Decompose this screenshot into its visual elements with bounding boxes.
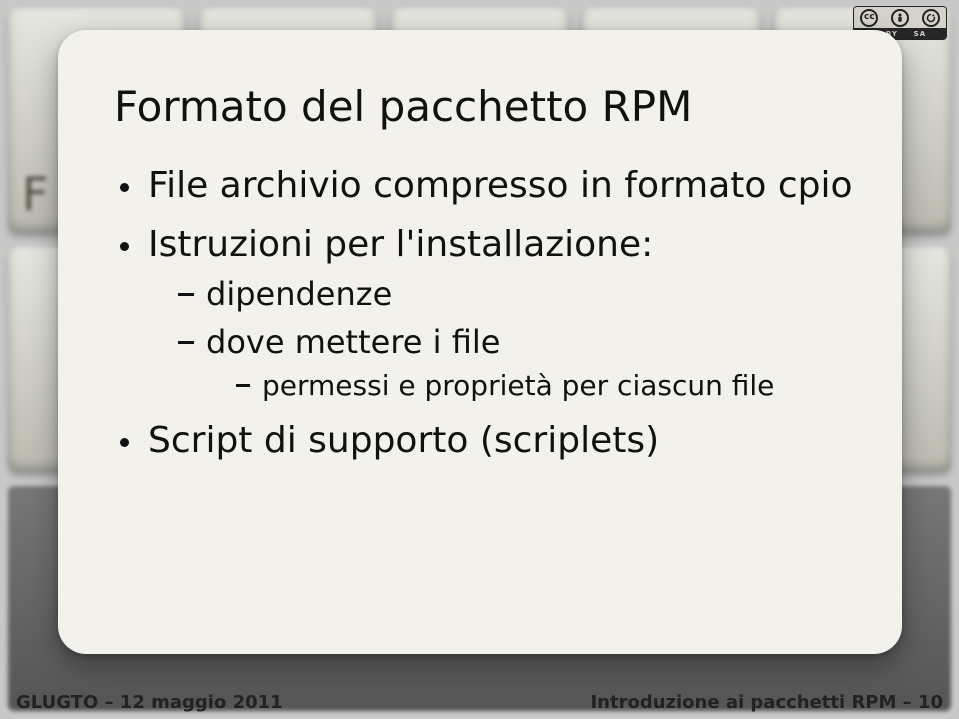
- bullet-text: Istruzioni per l'installazione:: [148, 224, 653, 265]
- list-item: dove mettere i file permessi e proprietà…: [174, 323, 868, 402]
- footer-right: Introduzione ai pacchetti RPM – 10: [590, 692, 943, 713]
- slide-footer: GLUGTO – 12 maggio 2011 Introduzione ai …: [0, 685, 959, 719]
- key-glyph: F: [22, 167, 48, 221]
- footer-left: GLUGTO – 12 maggio 2011: [16, 692, 283, 713]
- slide-title: Formato del pacchetto RPM: [114, 82, 868, 131]
- bullet-text: Script di supporto (scriplets): [148, 420, 659, 461]
- bullet-text: permessi e proprietà per ciascun file: [262, 369, 774, 402]
- list-item: File archivio compresso in formato cpio: [114, 165, 868, 206]
- list-item: Script di supporto (scriplets): [114, 420, 868, 461]
- sub-sub-list: permessi e proprietà per ciascun file: [232, 369, 868, 402]
- cc-sa-label: SA: [914, 30, 926, 38]
- content-card: Formato del pacchetto RPM File archivio …: [58, 30, 902, 654]
- sa-icon: [922, 9, 940, 27]
- by-icon: [891, 9, 909, 27]
- cc-icon: cc: [860, 9, 878, 27]
- bullet-text: dove mettere i file: [206, 323, 500, 361]
- list-item: permessi e proprietà per ciascun file: [232, 369, 868, 402]
- bullet-text: File archivio compresso in formato cpio: [148, 165, 853, 206]
- list-item: Istruzioni per l'installazione: dipenden…: [114, 224, 868, 402]
- cc-icons-row: cc: [854, 7, 946, 28]
- list-item: dipendenze: [174, 275, 868, 313]
- bullet-list: File archivio compresso in formato cpio …: [114, 165, 868, 461]
- slide-root: F G H J V B N cc BY SA Formato del pacch…: [0, 0, 959, 719]
- bullet-text: dipendenze: [206, 275, 392, 313]
- sub-list: dipendenze dove mettere i file permessi …: [174, 275, 868, 402]
